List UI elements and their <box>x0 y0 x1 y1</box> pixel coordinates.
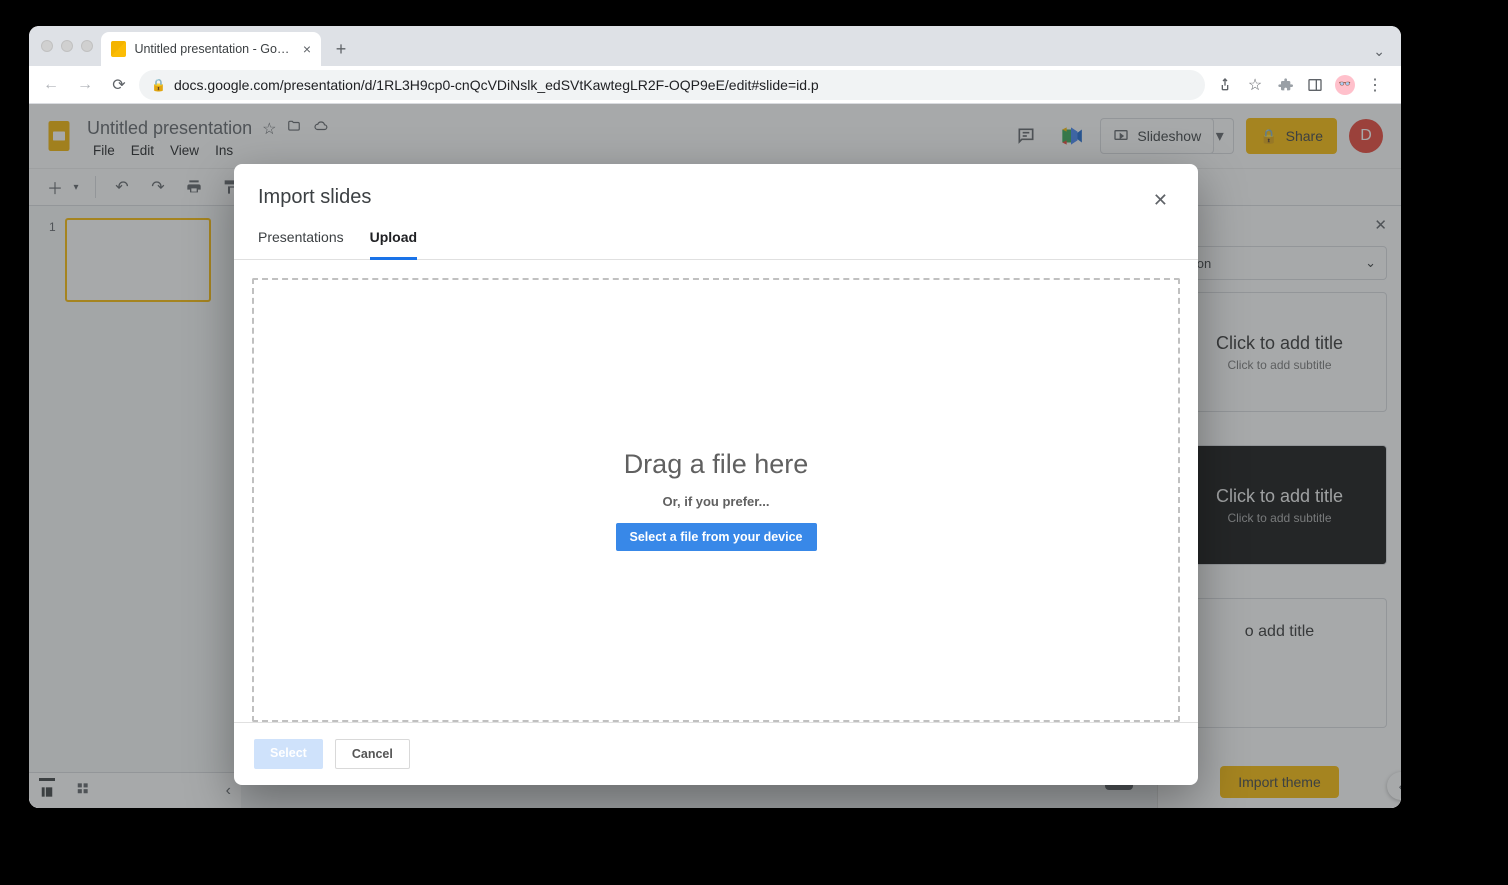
dropzone-title: Drag a file here <box>624 449 809 480</box>
browser-menu-icon[interactable]: ⋮ <box>1361 71 1389 99</box>
browser-toolbar: ← → ⟳ 🔒 docs.google.com/presentation/d/1… <box>29 66 1401 104</box>
lock-icon: 🔒 <box>151 78 166 92</box>
tab-strip: Untitled presentation - Google × + ⌄ <box>29 26 1401 66</box>
modal-close-icon[interactable]: ✕ <box>1147 186 1174 215</box>
address-bar[interactable]: 🔒 docs.google.com/presentation/d/1RL3H9c… <box>139 70 1205 100</box>
window-zoom[interactable] <box>81 40 93 52</box>
select-button[interactable]: Select <box>254 739 323 769</box>
slides-app: Untitled presentation ☆ File Edit View I… <box>29 104 1401 808</box>
reload-icon[interactable]: ⟳ <box>105 71 133 99</box>
cancel-button[interactable]: Cancel <box>335 739 410 769</box>
import-slides-modal: Import slides ✕ Presentations Upload Dra… <box>234 164 1198 785</box>
nav-back-icon[interactable]: ← <box>37 71 65 99</box>
window-controls <box>37 26 101 66</box>
url-text: docs.google.com/presentation/d/1RL3H9cp0… <box>174 77 819 93</box>
browser-tab[interactable]: Untitled presentation - Google × <box>101 32 321 66</box>
new-tab-button[interactable]: + <box>327 35 355 63</box>
dropzone-subtitle: Or, if you prefer... <box>663 494 770 509</box>
close-tab-icon[interactable]: × <box>303 41 311 57</box>
nav-forward-icon[interactable]: → <box>71 71 99 99</box>
window-minimize[interactable] <box>61 40 73 52</box>
file-dropzone[interactable]: Drag a file here Or, if you prefer... Se… <box>252 278 1180 722</box>
sidepanel-icon[interactable] <box>1301 71 1329 99</box>
modal-tabs: Presentations Upload <box>234 215 1198 260</box>
select-file-button[interactable]: Select a file from your device <box>616 523 817 551</box>
bookmark-icon[interactable]: ☆ <box>1241 71 1269 99</box>
window-close[interactable] <box>41 40 53 52</box>
extensions-icon[interactable] <box>1271 71 1299 99</box>
browser-window: Untitled presentation - Google × + ⌄ ← →… <box>29 26 1401 808</box>
modal-title: Import slides <box>258 186 371 209</box>
profile-avatar[interactable]: 👓 <box>1331 71 1359 99</box>
share-page-icon[interactable] <box>1211 71 1239 99</box>
tab-presentations[interactable]: Presentations <box>258 229 344 259</box>
slides-favicon <box>111 41 126 57</box>
tab-upload[interactable]: Upload <box>370 229 417 260</box>
tab-title: Untitled presentation - Google <box>134 42 294 56</box>
tabs-menu-icon[interactable]: ⌄ <box>1373 43 1401 66</box>
